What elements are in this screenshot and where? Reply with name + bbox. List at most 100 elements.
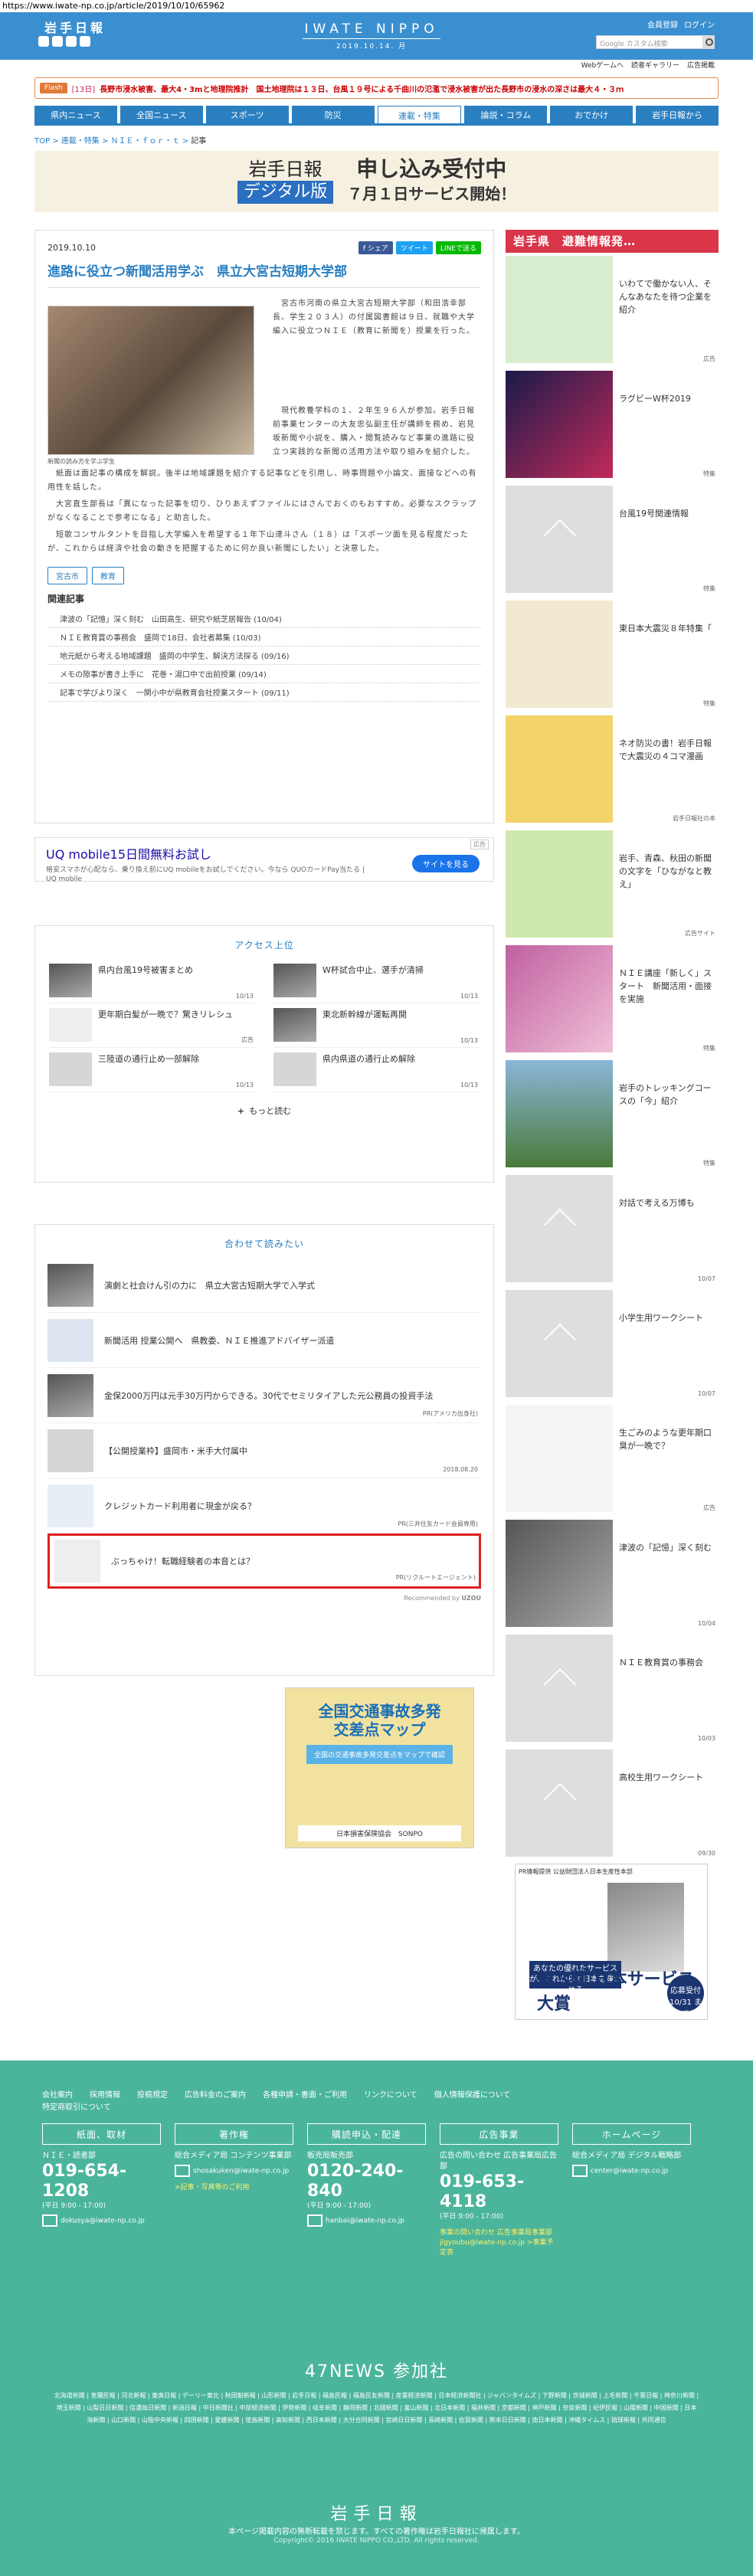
subnav-gallery[interactable]: 読者ギャラリー bbox=[631, 60, 679, 72]
url-bar[interactable]: https://www.iwate-np.co.jp/article/2019/… bbox=[0, 0, 753, 12]
tag-miyako[interactable]: 宮古市 bbox=[47, 567, 87, 584]
footer-contact-heading[interactable]: ホームページ bbox=[572, 2123, 691, 2145]
thumbnail bbox=[49, 1008, 92, 1042]
uzou-logo[interactable]: UZOU bbox=[461, 1595, 481, 1602]
article-photo[interactable] bbox=[47, 306, 254, 455]
register-link[interactable]: 会員登録 bbox=[647, 18, 678, 30]
read-item[interactable]: 金保2000万円は元手30万円からできる。30代でセミリタイアした元公務員の投資… bbox=[47, 1368, 481, 1423]
read-meta: PR(三井住友カード会員専用) bbox=[398, 1520, 478, 1527]
footer-contact-phone[interactable]: 0120-240-840 bbox=[307, 2162, 426, 2201]
login-link[interactable]: ログイン bbox=[684, 18, 715, 30]
line-icon[interactable] bbox=[66, 36, 77, 47]
47news-papers[interactable]: 北海道新聞 | 室蘭民報 | 河北新報 | 東奥日報 | デーリー東北 | 秋田… bbox=[54, 2390, 699, 2427]
footer-link[interactable]: 会社案内 bbox=[42, 2088, 73, 2100]
footer-contact-phone[interactable]: 019-653-4118 bbox=[440, 2172, 558, 2212]
footer-contact-heading[interactable]: 購読申込・配達 bbox=[307, 2123, 426, 2145]
footer-contact-link[interactable]: 事業の問い合わせ 広告事業局事業部 jigyoubu@iwate-np.co.j… bbox=[440, 2227, 558, 2257]
footer-link[interactable]: 採用情報 bbox=[90, 2088, 120, 2100]
nav-from-iwate[interactable]: 岩手日報から bbox=[636, 106, 719, 123]
site-logo[interactable]: 岩手日報 bbox=[44, 18, 106, 36]
facebook-share-button[interactable]: f シェア bbox=[358, 241, 393, 254]
sidebar-item[interactable]: 高校生用ワークシート 09/30 bbox=[506, 1746, 719, 1861]
nav-prefecture[interactable]: 県内ニュース bbox=[34, 106, 117, 123]
facebook-icon[interactable] bbox=[52, 36, 63, 47]
sidebar-item[interactable]: 台風19号関連情報 特集 bbox=[506, 483, 719, 597]
crumb-series[interactable]: 連載・特集 bbox=[61, 137, 100, 146]
evacuation-info-header[interactable]: 岩手県 避難情報発… bbox=[506, 230, 719, 253]
sidebar-item[interactable]: 生ごみのような更年期口臭が一晩で？ 広告 bbox=[506, 1402, 719, 1517]
nav-outing[interactable]: おでかけ bbox=[550, 106, 634, 123]
ranking-item[interactable]: 東北新幹線が運転再開 10/13 bbox=[273, 1003, 480, 1048]
sidebar-item[interactable]: いわてで働かない人、そんなあなたを待つ企業を紹介 広告 bbox=[506, 253, 719, 368]
traffic-map-ad[interactable]: 全国交通事故多発 交差点マップ 全国の交通事故多発交差点をマップで確認 日本損害保… bbox=[285, 1687, 474, 1848]
nav-national[interactable]: 全国ニュース bbox=[119, 106, 203, 123]
footer-contact-email[interactable]: shosakuken@iwate-np.co.jp bbox=[175, 2165, 293, 2177]
read-item[interactable]: 演劇と社会けん引の力に 県立大宮古短期大学で入学式 bbox=[47, 1258, 481, 1313]
recommended-label: Recommended by bbox=[404, 1595, 460, 1602]
sidebar-item[interactable]: 岩手のトレッキングコースの「今」紹介 特集 bbox=[506, 1057, 719, 1172]
crumb-nie[interactable]: ＮＩＥ・ｆｏｒ・ｔ bbox=[111, 137, 180, 146]
uq-mobile-ad[interactable]: UQ mobile15日間無料お試し 格安スマホが心配なら、乗り換え前にUQ m… bbox=[34, 837, 494, 883]
nav-sports[interactable]: スポーツ bbox=[205, 106, 289, 123]
subnav-ad[interactable]: 広告掲載 bbox=[687, 60, 715, 72]
footer-contact-email[interactable]: dokusya@iwate-np.co.jp bbox=[42, 2214, 161, 2227]
ranking-item[interactable]: 更年期白髪が一晩で？驚きリレシュ 広告 bbox=[49, 1003, 255, 1048]
footer-link[interactable]: 個人情報保護について bbox=[434, 2088, 511, 2100]
twitter-icon[interactable] bbox=[38, 36, 49, 47]
sidebar-item[interactable]: ネオ防災の書！岩手日報で大震災の４コマ漫画 岩手日報社の本 bbox=[506, 712, 719, 827]
sidebar-item[interactable]: ＮＩＥ講座「新しく」スタート 新聞活用・面接を実施 特集 bbox=[506, 942, 719, 1057]
ranking-text: 東北新幹線が運転再開 bbox=[322, 1010, 407, 1020]
ranking-item[interactable]: 三陸道の通行止め一部解除 10/13 bbox=[49, 1048, 255, 1092]
footer-link[interactable]: リンクについて bbox=[364, 2088, 417, 2100]
read-item-highlighted[interactable]: ぶっちゃけ！転職経験者の本音とは？ PR(リクルートエージェント) bbox=[47, 1533, 481, 1589]
footer-contact-heading[interactable]: 広告事業 bbox=[440, 2123, 558, 2145]
flash-text[interactable]: 長野市浸水被害、最大4・3mと地理院推計 国土地理院は１３日、台風１９号による千… bbox=[100, 83, 624, 94]
sidebar-item[interactable]: 岩手、青森、秋田の新聞の文字を「ひながなと教え」 広告サイト bbox=[506, 827, 719, 942]
nav-series[interactable]: 連載・特集 bbox=[377, 106, 462, 123]
related-item[interactable]: ＮＩＥ教育賞の事務会 盛岡で18日、会社者募集 (10/03) bbox=[47, 628, 481, 646]
subnav-game[interactable]: Webゲームへ bbox=[581, 60, 624, 72]
sidebar-item[interactable]: 東日本大震災８年特集「 特集 bbox=[506, 597, 719, 712]
crumb-top[interactable]: TOP bbox=[34, 137, 50, 146]
footer-contact-heading[interactable]: 紙面、取材 bbox=[42, 2123, 161, 2145]
search-icon[interactable] bbox=[702, 35, 715, 49]
search-input[interactable]: Google カスタム検索 bbox=[596, 35, 703, 49]
digital-edition-banner[interactable]: 岩手日報 デジタル版 申し込み受付中 ７月１日サービス開始！ bbox=[34, 151, 719, 212]
line-share-button[interactable]: LINEで送る bbox=[435, 241, 481, 254]
footer-contact-email[interactable]: hanbai@iwate-np.co.jp bbox=[307, 2214, 426, 2227]
tag-education[interactable]: 教育 bbox=[92, 567, 124, 584]
read-item[interactable]: 【公開授業枠】盛岡市・米手大付属中 2018.08.20 bbox=[47, 1423, 481, 1478]
brand-title[interactable]: IWATE NIPPO 2019.10.14. 月 bbox=[303, 21, 440, 51]
related-item[interactable]: 記事で学びより深く 一関小中が県教育会社授業スタート (09/11) bbox=[47, 683, 481, 702]
uq-ad-button[interactable]: サイトを見る bbox=[412, 855, 480, 872]
footer: 会社案内 採用情報 投稿規定 広告料金のご案内 各種申請・書面・ご利用 リンクに… bbox=[0, 2060, 753, 2576]
related-item[interactable]: 津波の「記憶」深く刻む 山田高生、研究や紙芝居報告 (10/04) bbox=[47, 610, 481, 628]
more-button[interactable]: もっと読む bbox=[35, 1105, 493, 1117]
footer-link[interactable]: 各種申請・書面・ご利用 bbox=[263, 2088, 347, 2100]
sidebar-item[interactable]: 小学生用ワークシート 10/07 bbox=[506, 1287, 719, 1402]
nav-column[interactable]: 論説・コラム bbox=[464, 106, 548, 123]
flash-news-bar[interactable]: Flash [13日] 長野市浸水被害、最大4・3mと地理院推計 国土地理院は１… bbox=[34, 77, 719, 99]
read-item[interactable]: クレジットカード利用者に現金が戻る？ PR(三井住友カード会員専用) bbox=[47, 1478, 481, 1533]
footer-link[interactable]: 投稿規定 bbox=[137, 2088, 168, 2100]
footer-contact-link[interactable]: >記事・写真等のご利用 bbox=[175, 2182, 293, 2191]
sidebar-item[interactable]: 津波の「記憶」深く刻む 10/04 bbox=[506, 1517, 719, 1632]
instagram-icon[interactable] bbox=[80, 36, 90, 47]
sidebar-item[interactable]: ＮＩＥ教育賞の事務会 10/03 bbox=[506, 1632, 719, 1746]
nav-disaster[interactable]: 防災 bbox=[291, 106, 375, 123]
footer-contact-phone[interactable]: 019-654-1208 bbox=[42, 2162, 161, 2201]
sidebar-item[interactable]: 対話で考える万博も 10/07 bbox=[506, 1172, 719, 1287]
footer-link[interactable]: 特定商取引について bbox=[42, 2100, 111, 2112]
service-award-ad[interactable]: PR情報提供 公益財団法人日本生産性本部 あなたの優れたサービスが、これからの日… bbox=[515, 1864, 708, 2020]
related-item[interactable]: 地元紙から考える地域課題 盛岡の中学生、解決方法探る (09/16) bbox=[47, 646, 481, 665]
sidebar-item[interactable]: ラグビーW杯2019 特集 bbox=[506, 368, 719, 483]
ranking-item[interactable]: 県内台風19号被害まとめ 10/13 bbox=[49, 959, 255, 1003]
footer-contact-email[interactable]: center@iwate-np.co.jp bbox=[572, 2165, 691, 2177]
related-item[interactable]: メモの隙事が書き上手に 花巻・湯口中で出前授業 (09/14) bbox=[47, 665, 481, 683]
footer-link[interactable]: 広告料金のご案内 bbox=[185, 2088, 246, 2100]
tweet-button[interactable]: ツイート bbox=[395, 241, 433, 254]
ranking-item[interactable]: W杯試合中止、選手が清掃 10/13 bbox=[273, 959, 480, 1003]
ranking-item[interactable]: 県内県道の通行止め解除 10/13 bbox=[273, 1048, 480, 1092]
read-item[interactable]: 新聞活用 授業公開へ 県教委、ＮＩＥ推進アドバイザー派遣 bbox=[47, 1313, 481, 1368]
footer-contact-heading[interactable]: 著作権 bbox=[175, 2123, 293, 2145]
